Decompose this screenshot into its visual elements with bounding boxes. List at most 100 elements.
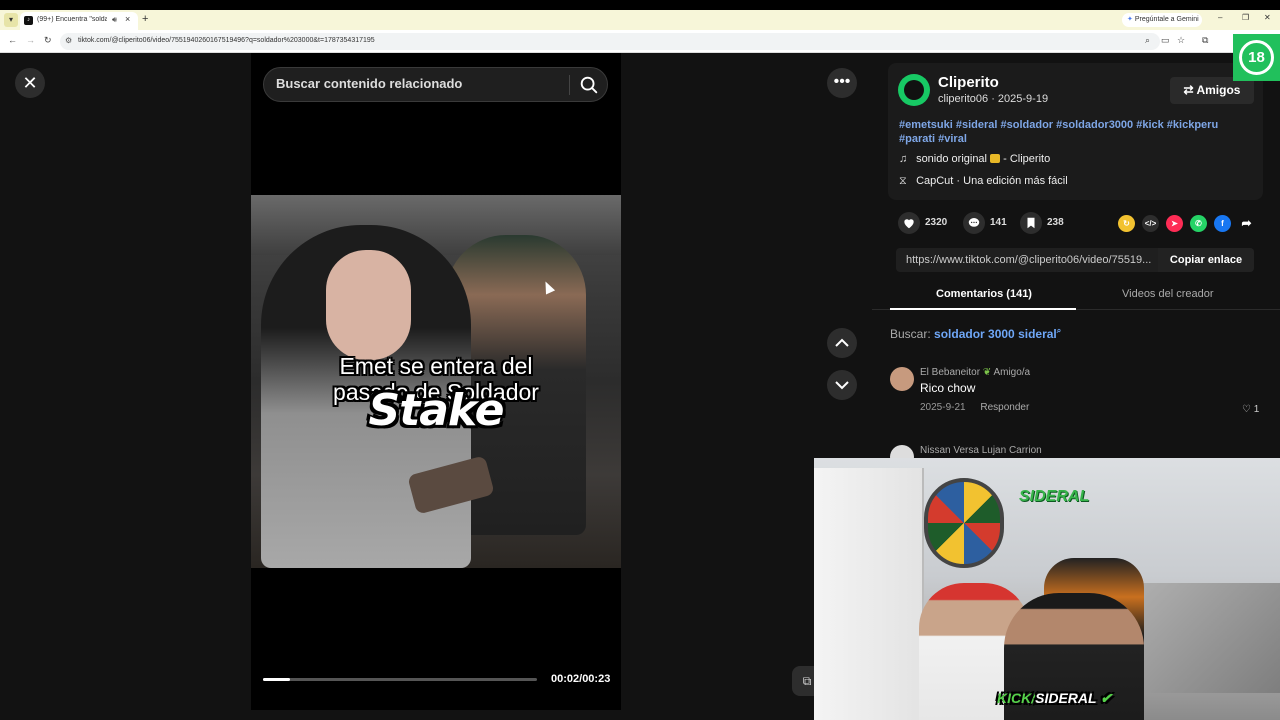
forward-icon[interactable]: → bbox=[26, 35, 35, 45]
action-bar: 2320 141 238 ↻ </> ➤ ✆ f ➦ bbox=[898, 212, 1258, 236]
comment-like-count: 1 bbox=[1253, 404, 1260, 415]
friends-button[interactable]: ⇄ Amigos bbox=[1170, 77, 1254, 104]
avatar-face bbox=[904, 80, 924, 100]
restore-icon[interactable]: ❐ bbox=[1242, 13, 1249, 22]
creator-name[interactable]: Cliperito bbox=[938, 74, 999, 91]
stream-tag-name: SIDERAL bbox=[1035, 690, 1097, 706]
webcam-bed bbox=[1134, 583, 1280, 693]
webcam-door bbox=[814, 468, 924, 720]
comment-meta: 2025-9-21 Responder bbox=[920, 402, 1029, 413]
chevron-down-icon bbox=[835, 381, 849, 390]
browser-tab[interactable]: ♪ (99+) Encuentra "soldador 3 🔊︎ × bbox=[20, 12, 138, 30]
url-field[interactable]: ⚙︎ tiktok.com/@cliperito06/video/7551940… bbox=[60, 33, 1160, 50]
reload-icon[interactable]: ↻ bbox=[44, 35, 52, 46]
browser-tab-bar: ▾ ♪ (99+) Encuentra "soldador 3 🔊︎ × + ✦… bbox=[0, 10, 1280, 30]
capcut-label: CapCut · Una edición más fácil bbox=[916, 175, 1068, 187]
repost-icon[interactable]: ↻ bbox=[1118, 215, 1135, 232]
heart-icon bbox=[898, 212, 920, 234]
prize-wheel bbox=[924, 478, 1004, 568]
like-count: 2320 bbox=[925, 217, 948, 228]
badge-icon: ❦ bbox=[982, 367, 994, 378]
bookmark-star-icon[interactable]: ☆ bbox=[1177, 35, 1185, 46]
age-rating-label: 18 bbox=[1239, 40, 1274, 75]
comment-icon bbox=[963, 212, 985, 234]
stream-tag: KICK/SIDERAL ✔ bbox=[997, 690, 1112, 707]
site-info-icon[interactable]: ⚙︎ bbox=[65, 36, 72, 45]
video-time: 00:02/00:23 bbox=[551, 673, 611, 685]
minimize-icon[interactable]: – bbox=[1218, 13, 1222, 22]
comment-avatar[interactable] bbox=[890, 367, 914, 391]
tab-title: (99+) Encuentra "soldador 3 bbox=[37, 16, 107, 23]
stream-tag-prefix: KICK/ bbox=[997, 690, 1036, 706]
embed-code-icon[interactable]: </> bbox=[1142, 215, 1159, 232]
comment-author[interactable]: Nissan Versa Lujan Carrion bbox=[920, 445, 1042, 456]
video-player[interactable]: Emet se entera del pasado de Soldador St… bbox=[251, 53, 621, 710]
verified-icon: ✔ bbox=[1100, 690, 1112, 706]
video-face bbox=[326, 250, 411, 360]
back-icon[interactable]: ← bbox=[8, 35, 17, 45]
creator-avatar[interactable] bbox=[898, 74, 930, 106]
sponsor-logo: Stake bbox=[368, 385, 505, 436]
share-arrow-icon[interactable]: ➦ bbox=[1238, 215, 1255, 232]
share-link[interactable]: https://www.tiktok.com/@cliperito06/vide… bbox=[906, 254, 1156, 266]
send-to-friends-icon[interactable]: ➤ bbox=[1166, 215, 1183, 232]
video-frame[interactable]: Emet se entera del pasado de Soldador bbox=[251, 195, 621, 568]
copy-link-button[interactable]: Copiar enlace bbox=[1158, 248, 1254, 272]
share-link-row: https://www.tiktok.com/@cliperito06/vide… bbox=[896, 248, 1254, 272]
creator-handle-date: cliperito06 · 2025-9-19 bbox=[938, 93, 1049, 105]
comment-count: 141 bbox=[990, 217, 1007, 228]
hashtags[interactable]: #emetsuki #sideral #soldador #soldador30… bbox=[899, 118, 1254, 146]
cast-icon[interactable]: ▭ bbox=[1161, 35, 1170, 46]
bookmark-icon bbox=[1020, 212, 1042, 234]
comment-text: Rico chow bbox=[920, 381, 976, 395]
related-search-box bbox=[263, 67, 608, 102]
search-icon[interactable] bbox=[578, 74, 600, 96]
tab-search-button[interactable]: ▾ bbox=[4, 13, 18, 27]
tab-creator-videos[interactable]: Videos del creador bbox=[1122, 288, 1214, 300]
next-video-button[interactable] bbox=[827, 370, 857, 400]
sound-author: - Cliperito bbox=[1003, 153, 1051, 165]
speaker-icon[interactable]: 🔊︎ bbox=[112, 15, 117, 25]
reply-button[interactable]: Responder bbox=[980, 402, 1029, 413]
previous-video-button[interactable] bbox=[827, 328, 857, 358]
close-tab-icon[interactable]: × bbox=[125, 14, 130, 24]
video-info-card: Cliperito cliperito06 · 2025-9-19 ⇄ Amig… bbox=[888, 63, 1263, 200]
sound-link[interactable]: ♫ sonido original - Cliperito bbox=[899, 153, 1050, 165]
capcut-icon: ⧖ bbox=[899, 175, 907, 187]
related-search-input[interactable] bbox=[276, 76, 566, 91]
comment-author[interactable]: El Bebaneitor bbox=[920, 367, 980, 378]
more-options-icon[interactable]: ••• bbox=[827, 68, 857, 98]
tab-comments[interactable]: Comentarios (141) bbox=[936, 288, 1032, 300]
gemini-label: Pregúntale a Gemini bbox=[1134, 16, 1199, 23]
search-divider bbox=[569, 75, 570, 95]
new-tab-button[interactable]: + bbox=[142, 13, 148, 25]
facebook-icon[interactable]: f bbox=[1214, 215, 1231, 232]
gemini-button[interactable]: ✦ Pregúntale a Gemini bbox=[1122, 13, 1202, 27]
search-hint-label: Buscar: bbox=[890, 327, 931, 341]
panel-tabs: Comentarios (141) Videos del creador bbox=[872, 282, 1280, 310]
comment-badge: Amigo/a bbox=[993, 367, 1031, 378]
comment-like-button[interactable]: ♡ 1 bbox=[1242, 404, 1259, 415]
age-rating-badge: 18 bbox=[1233, 34, 1280, 81]
search-hint-query[interactable]: soldador 3000 sideral bbox=[934, 327, 1057, 341]
capcut-link[interactable]: ⧖ CapCut · Una edición más fácil bbox=[899, 175, 1068, 188]
friends-label: Amigos bbox=[1196, 83, 1241, 97]
caption-line-1: Emet se entera del bbox=[339, 353, 533, 379]
screen-top-bar bbox=[0, 0, 1280, 10]
close-icon[interactable]: ✕ bbox=[15, 68, 45, 98]
extensions-icon[interactable]: ⧉ bbox=[1202, 35, 1208, 46]
webcam-logo: SIDERAL bbox=[1019, 488, 1090, 505]
zoom-icon[interactable]: ⌕ bbox=[1145, 35, 1150, 46]
video-progress-bar[interactable] bbox=[263, 678, 537, 681]
whatsapp-icon[interactable]: ✆ bbox=[1190, 215, 1207, 232]
tiktok-icon: ♪ bbox=[24, 16, 33, 25]
music-note-icon: ♫ bbox=[899, 153, 908, 165]
active-tab-underline bbox=[890, 308, 1076, 310]
sound-label: sonido original bbox=[916, 153, 987, 165]
save-count: 238 bbox=[1047, 217, 1064, 228]
progress-fill bbox=[263, 678, 291, 681]
window-close-icon[interactable]: ✕ bbox=[1264, 13, 1271, 22]
comment-author-row: El Bebaneitor ❦ Amigo/a bbox=[920, 367, 1030, 378]
comment-search-hint: Buscar: soldador 3000 sideral⌕ bbox=[890, 326, 1061, 341]
comment-date: 2025-9-21 bbox=[920, 402, 966, 413]
